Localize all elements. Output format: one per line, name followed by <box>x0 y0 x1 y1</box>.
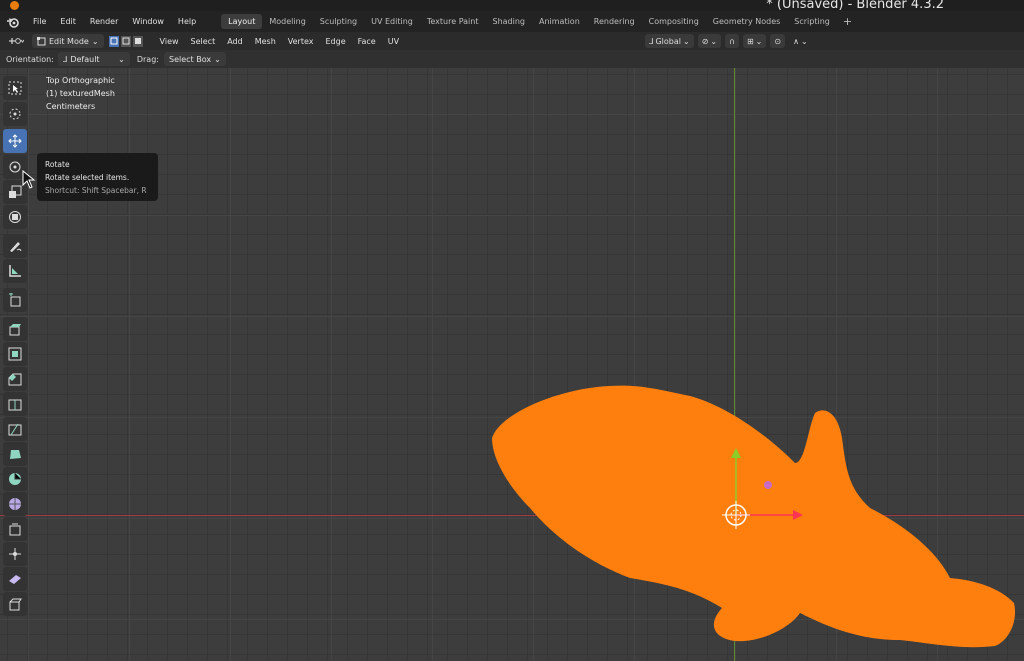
proportional-edit-toggle[interactable]: ⊙ <box>770 34 786 48</box>
title-bar: * (Unsaved) - Blender 4.3.2 <box>0 0 1024 12</box>
falloff-dropdown[interactable]: ∧ ⌄ <box>789 34 812 48</box>
menu-view[interactable]: View <box>154 37 185 46</box>
transform-icon[interactable] <box>3 205 27 229</box>
menu-edit[interactable]: Edit <box>53 17 83 26</box>
blender-menu-icon[interactable] <box>0 16 26 28</box>
chevron-down-icon: ⌄ <box>214 54 221 64</box>
mouse-pointer-icon <box>22 170 36 189</box>
median-point-dot <box>764 481 772 489</box>
pivot-icon: ⊘ <box>701 36 709 46</box>
bevel-icon[interactable] <box>3 367 27 391</box>
knife-icon[interactable] <box>3 417 27 441</box>
editor-type-icon[interactable] <box>0 36 32 46</box>
chevron-down-icon: ⌄ <box>800 36 808 46</box>
rotate-tooltip: Rotate Rotate selected items. Shortcut: … <box>37 153 158 201</box>
menu-add[interactable]: Add <box>221 37 249 46</box>
unit-system: Centimeters <box>46 102 96 111</box>
tool-shelf <box>0 68 40 618</box>
tab-texture-paint[interactable]: Texture Paint <box>420 14 486 29</box>
chevron-down-icon: ⌄ <box>755 36 763 46</box>
extrude-icon[interactable] <box>3 317 27 341</box>
viewport-header: Edit Mode ⌄ View Select Add Mesh Vertex … <box>0 32 1024 50</box>
orientation-axes-icon: ⅃ <box>649 36 654 46</box>
select-mode-group <box>107 34 144 48</box>
chevron-down-icon: ⌄ <box>710 36 718 46</box>
snap-increment-icon: ⊞ <box>746 36 754 46</box>
edge-slide-icon[interactable] <box>3 517 27 541</box>
gizmo-orientation-icon: ⅃ <box>62 54 68 64</box>
tab-geometry-nodes[interactable]: Geometry Nodes <box>706 14 787 29</box>
menu-vertex[interactable]: Vertex <box>282 37 320 46</box>
snap-toggle[interactable]: ∩ <box>725 34 739 48</box>
drag-dropdown[interactable]: Select Box ⌄ <box>163 52 226 66</box>
falloff-curve-icon: ∧ <box>793 36 799 46</box>
mode-dropdown[interactable]: Edit Mode ⌄ <box>32 34 104 48</box>
face-select-icon[interactable] <box>131 34 144 48</box>
top-menu-bar: File Edit Render Window Help Layout Mode… <box>0 11 1024 32</box>
rip-icon[interactable] <box>3 592 27 616</box>
viewport-info-overlay: Top Orthographic (1) texturedMesh Centim… <box>46 74 115 113</box>
transform-orientation-dropdown[interactable]: ⅃ Global ⌄ <box>645 34 694 48</box>
edge-select-icon[interactable] <box>119 34 132 48</box>
menu-mesh[interactable]: Mesh <box>249 37 282 46</box>
add-workspace-button[interactable]: + <box>837 15 858 28</box>
add-cube-icon[interactable] <box>3 288 27 312</box>
tool-settings-bar: Orientation: ⅃ Default ⌄ Drag: Select Bo… <box>0 50 1024 68</box>
menu-file[interactable]: File <box>26 17 53 26</box>
active-object-name: (1) texturedMesh <box>46 89 115 98</box>
shrink-fatten-icon[interactable] <box>3 542 27 566</box>
chevron-down-icon: ⌄ <box>118 54 125 64</box>
chevron-down-icon: ⌄ <box>91 36 99 46</box>
loop-cut-icon[interactable] <box>3 392 27 416</box>
tooltip-title: Rotate <box>45 160 70 169</box>
tab-uv-editing[interactable]: UV Editing <box>364 14 420 29</box>
proportional-edit-icon: ⊙ <box>774 36 782 46</box>
select-box-icon[interactable] <box>3 76 27 100</box>
magnet-icon: ∩ <box>729 36 735 46</box>
tab-shading[interactable]: Shading <box>485 14 532 29</box>
orientation-value: Global <box>655 36 681 46</box>
shear-icon[interactable] <box>3 567 27 591</box>
tab-sculpting[interactable]: Sculpting <box>313 14 364 29</box>
menu-edge[interactable]: Edge <box>320 37 352 46</box>
tab-rendering[interactable]: Rendering <box>587 14 642 29</box>
cursor-icon[interactable] <box>3 102 27 126</box>
tab-scripting[interactable]: Scripting <box>787 14 837 29</box>
chevron-down-icon: ⌄ <box>683 36 690 46</box>
tab-animation[interactable]: Animation <box>532 14 587 29</box>
poly-build-icon[interactable] <box>3 442 27 466</box>
orientation-label: Orientation: <box>6 54 54 64</box>
drag-dropdown-value: Select Box <box>168 54 212 64</box>
tooltip-description: Rotate selected items. <box>45 173 130 182</box>
vertex-select-icon[interactable] <box>107 34 120 48</box>
tab-compositing[interactable]: Compositing <box>642 14 706 29</box>
menu-help[interactable]: Help <box>171 17 203 26</box>
blender-logo-icon <box>10 1 19 10</box>
measure-icon[interactable] <box>3 259 27 283</box>
mode-label: Edit Mode <box>49 36 89 46</box>
tab-modeling[interactable]: Modeling <box>262 14 312 29</box>
tooltip-shortcut: Shortcut: Shift Spacebar, R <box>45 186 147 195</box>
menu-render[interactable]: Render <box>83 17 125 26</box>
snap-target-dropdown[interactable]: ⊞ ⌄ <box>742 34 767 48</box>
menu-select[interactable]: Select <box>185 37 222 46</box>
menu-window[interactable]: Window <box>125 17 171 26</box>
inset-icon[interactable] <box>3 342 27 366</box>
annotate-icon[interactable] <box>3 234 27 258</box>
orientation-dropdown-value: Default <box>70 54 100 64</box>
menu-uv[interactable]: UV <box>382 37 405 46</box>
menu-face[interactable]: Face <box>352 37 382 46</box>
tab-layout[interactable]: Layout <box>221 14 263 29</box>
view-name: Top Orthographic <box>46 76 115 85</box>
pivot-point-dropdown[interactable]: ⊘ ⌄ <box>697 34 722 48</box>
spin-icon[interactable] <box>3 467 27 491</box>
drag-label: Drag: <box>136 54 159 64</box>
smooth-icon[interactable] <box>3 492 27 516</box>
edit-mode-icon <box>37 36 46 45</box>
orientation-dropdown[interactable]: ⅃ Default ⌄ <box>57 52 130 66</box>
move-icon[interactable] <box>3 129 27 153</box>
